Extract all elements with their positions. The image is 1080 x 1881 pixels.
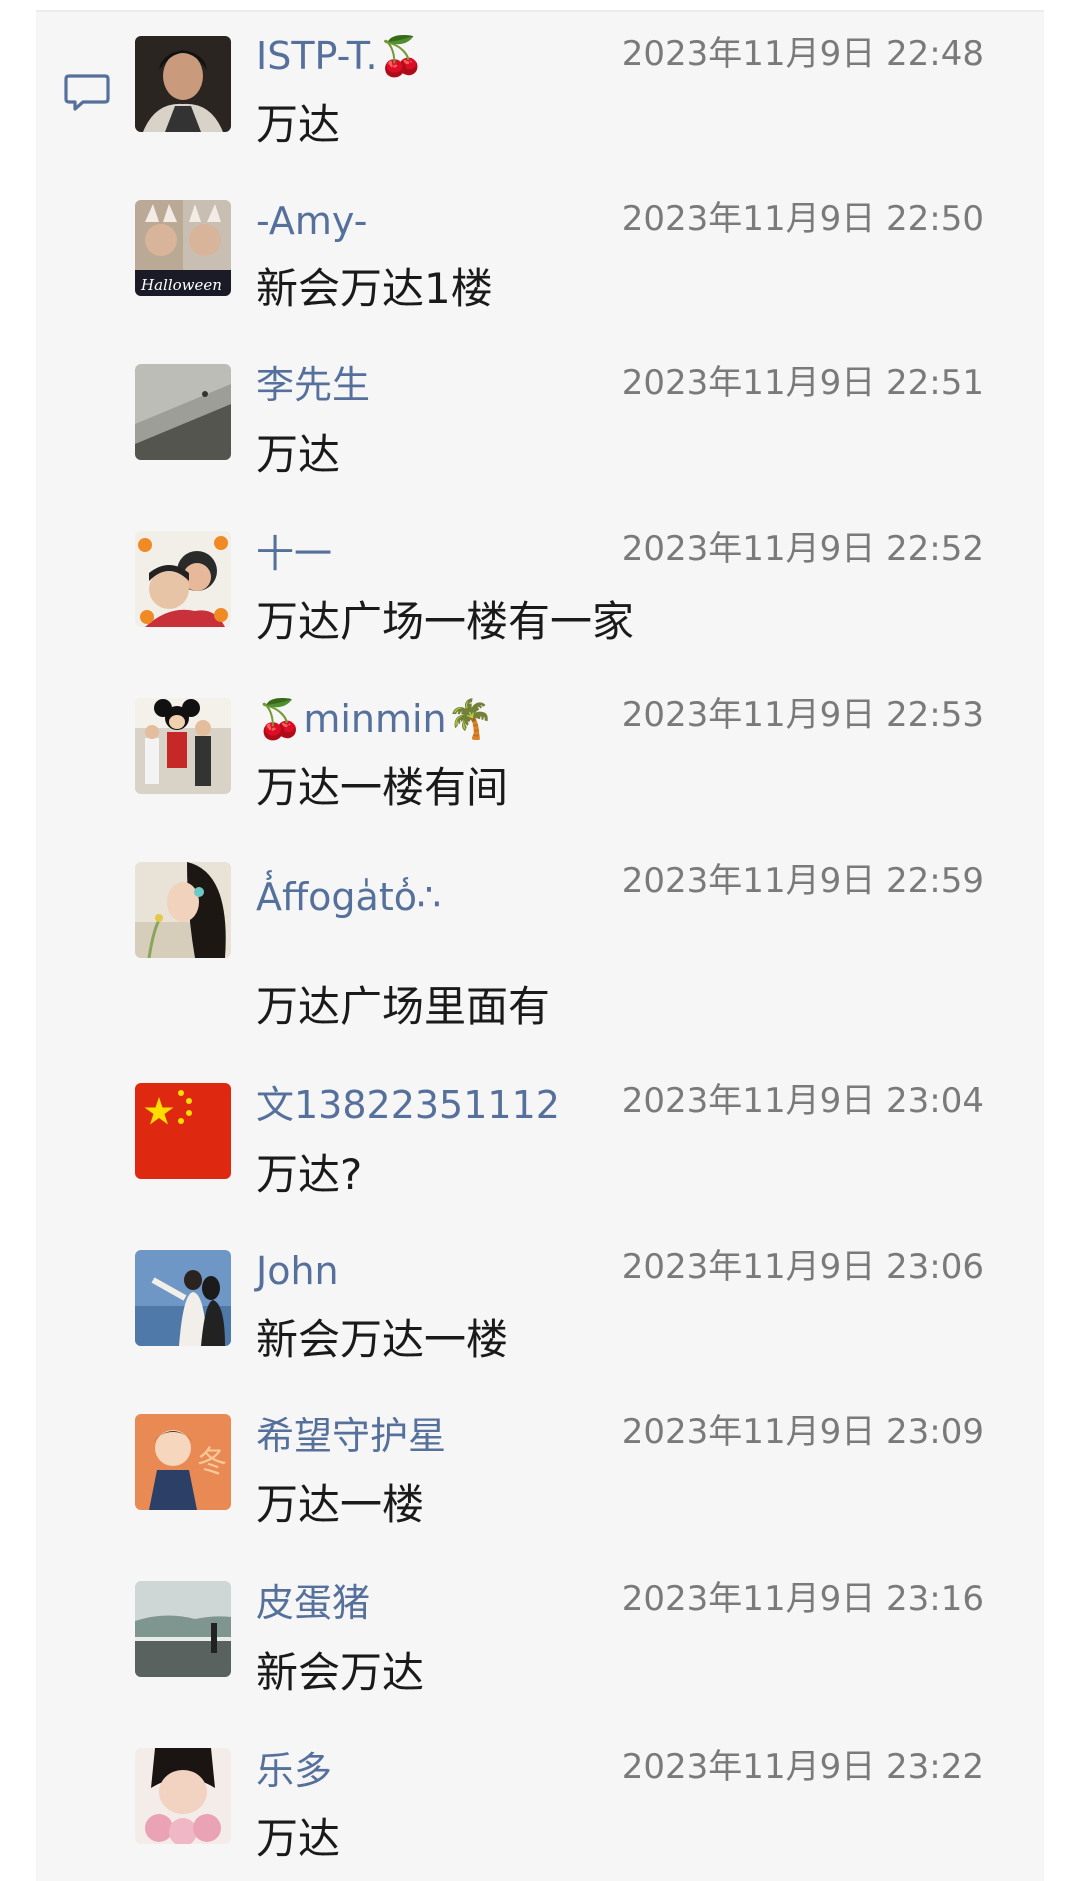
commenter-name[interactable]: -Amy- — [256, 202, 367, 240]
avatar[interactable] — [135, 1083, 231, 1179]
commenter-name[interactable]: 十一 — [256, 535, 332, 573]
commenter-name[interactable]: 乐多 — [256, 1752, 332, 1790]
comment-time: 2023年11月9日 22:48 — [621, 34, 984, 74]
svg-text:Halloween: Halloween — [140, 276, 222, 294]
comment-time: 2023年11月9日 23:04 — [621, 1081, 984, 1121]
avatar[interactable] — [135, 1581, 231, 1677]
commenter-name[interactable]: 希望守护星 — [256, 1417, 446, 1455]
commenter-name[interactable]: 李先生 — [256, 366, 370, 404]
avatar[interactable] — [135, 36, 231, 132]
comment-text: 万达一楼有间 — [256, 763, 509, 812]
commenter-name[interactable]: A̾ffoga̍to̾∴ — [256, 878, 441, 916]
avatar[interactable]: 冬 — [135, 1414, 231, 1510]
commenter-name[interactable]: John — [256, 1252, 339, 1290]
comment-text: 新会万达一楼 — [256, 1315, 509, 1364]
comment-time: 2023年11月9日 22:50 — [621, 199, 984, 239]
comment-text: 万达广场一楼有一家 — [256, 597, 635, 646]
comment-time: 2023年11月9日 22:52 — [621, 529, 984, 569]
comment-bubble-icon[interactable] — [63, 68, 111, 116]
comment-time: 2023年11月9日 22:59 — [621, 861, 984, 901]
avatar[interactable]: Halloween — [135, 200, 231, 296]
comment-text: 万达 — [256, 430, 341, 479]
commenter-name[interactable]: 🍒minmin🌴 — [256, 700, 494, 738]
avatar[interactable] — [135, 1250, 231, 1346]
comment-text: 万达广场里面有 — [256, 982, 551, 1031]
commenter-name[interactable]: 文13822351112 — [256, 1086, 560, 1124]
avatar[interactable] — [135, 862, 231, 958]
comment-text: 万达 — [256, 1814, 341, 1863]
comment-text: 万达一楼 — [256, 1480, 425, 1529]
comment-text: 万达? — [256, 1150, 363, 1199]
comment-time: 2023年11月9日 23:09 — [621, 1412, 984, 1452]
svg-text:冬: 冬 — [197, 1445, 227, 1480]
comment-time: 2023年11月9日 23:06 — [621, 1247, 984, 1287]
commenter-name[interactable]: ISTP-T.🍒 — [256, 37, 425, 75]
comment-time: 2023年11月9日 23:16 — [621, 1579, 984, 1619]
comment-time: 2023年11月9日 22:51 — [621, 363, 984, 403]
avatar[interactable] — [135, 531, 231, 627]
commenter-name[interactable]: 皮蛋猪 — [256, 1584, 370, 1622]
comment-time: 2023年11月9日 22:53 — [621, 695, 984, 735]
avatar[interactable] — [135, 698, 231, 794]
comment-time: 2023年11月9日 23:22 — [621, 1747, 984, 1787]
comment-text: 新会万达1楼 — [256, 264, 493, 313]
comment-text: 万达 — [256, 100, 341, 149]
avatar[interactable] — [135, 1748, 231, 1844]
comment-text: 新会万达 — [256, 1648, 425, 1697]
avatar[interactable] — [135, 364, 231, 460]
